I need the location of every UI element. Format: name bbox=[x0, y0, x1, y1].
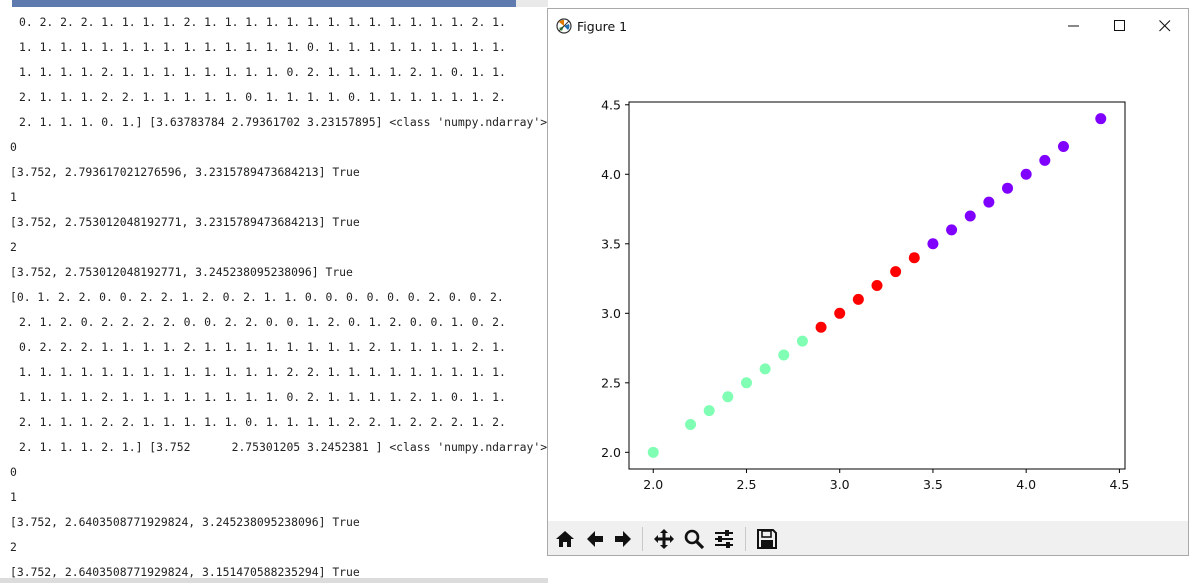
data-point bbox=[1057, 140, 1069, 152]
zoom-button[interactable] bbox=[681, 526, 707, 552]
data-point bbox=[927, 238, 939, 250]
y-tick-label: 2.0 bbox=[601, 445, 621, 460]
navigation-toolbar bbox=[548, 521, 1188, 555]
data-point bbox=[852, 293, 864, 305]
console-line: [3.752, 2.793617021276596, 3.23157894736… bbox=[10, 165, 360, 179]
console-line: 1. 1. 1. 1. 2. 1. 1. 1. 1. 1. 1. 1. 1. 0… bbox=[19, 65, 506, 79]
data-point bbox=[815, 321, 827, 333]
data-point bbox=[685, 419, 697, 431]
data-point bbox=[1002, 182, 1014, 194]
data-point bbox=[722, 391, 734, 403]
console-line: 1. 1. 1. 1. 1. 1. 1. 1. 1. 1. 1. 1. 1. 1… bbox=[19, 40, 506, 54]
forward-arrow-icon bbox=[615, 531, 631, 547]
data-point bbox=[871, 280, 883, 291]
console-line: 2 bbox=[10, 540, 17, 554]
x-tick-label: 3.5 bbox=[923, 477, 943, 492]
data-point bbox=[778, 349, 790, 361]
data-point bbox=[1020, 168, 1032, 180]
configure-subplots-button[interactable] bbox=[711, 526, 737, 552]
console-line: 1 bbox=[10, 190, 17, 204]
data-point bbox=[964, 210, 976, 222]
console-line: 0 bbox=[10, 465, 17, 479]
back-arrow-icon bbox=[587, 531, 603, 547]
minimize-icon bbox=[1068, 25, 1079, 27]
pan-button[interactable] bbox=[651, 526, 677, 552]
y-tick-label: 2.5 bbox=[601, 375, 621, 390]
x-tick-label: 4.0 bbox=[1016, 477, 1036, 492]
console-line: 1 bbox=[10, 490, 17, 504]
back-button[interactable] bbox=[582, 526, 608, 552]
home-icon bbox=[556, 531, 574, 547]
y-tick-label: 4.0 bbox=[601, 167, 621, 182]
data-point bbox=[946, 224, 958, 236]
data-point bbox=[1039, 154, 1051, 166]
data-point bbox=[740, 377, 752, 389]
x-tick-label: 2.0 bbox=[643, 477, 663, 492]
console-line: 1. 1. 1. 1. 2. 1. 1. 1. 1. 1. 1. 1. 1. 0… bbox=[19, 390, 506, 404]
data-point bbox=[834, 307, 846, 319]
data-point bbox=[647, 446, 659, 458]
console-line: 2. 1. 1. 1. 0. 1.] [3.63783784 2.7936170… bbox=[19, 115, 548, 129]
home-button[interactable] bbox=[552, 526, 578, 552]
console-line: 2. 1. 2. 0. 2. 2. 2. 2. 0. 0. 2. 2. 0. 0… bbox=[19, 315, 506, 329]
data-point bbox=[796, 335, 808, 347]
console-top-scrollbar-track bbox=[516, 0, 548, 7]
data-point bbox=[703, 405, 715, 417]
maximize-icon bbox=[1114, 20, 1125, 31]
x-tick-label: 2.5 bbox=[737, 477, 757, 492]
console-line: 0 bbox=[10, 140, 17, 154]
console-top-scrollbar[interactable] bbox=[12, 0, 516, 7]
y-tick-label: 3.5 bbox=[601, 236, 621, 251]
toolbar-separator bbox=[642, 527, 643, 551]
close-button[interactable] bbox=[1142, 9, 1188, 43]
plot-area[interactable]: 2.0 2.5 3.0 3.5 4.0 4.5 2.0 2.5 3.0 3.5 4.0 4.5 bbox=[548, 43, 1188, 521]
toolbar-separator bbox=[745, 527, 746, 551]
console-lines: 0. 2. 2. 2. 1. 1. 1. 1. 2. 1. 1. 1. 1. 1… bbox=[0, 10, 548, 583]
console-line: 1. 1. 1. 1. 1. 1. 1. 1. 1. 1. 1. 1. 1. 2… bbox=[19, 365, 506, 379]
console-line: [3.752, 2.6403508771929824, 3.2452380952… bbox=[10, 515, 360, 529]
y-tick-label: 4.5 bbox=[601, 97, 621, 112]
console-line: 0. 2. 2. 2. 1. 1. 1. 1. 2. 1. 1. 1. 1. 1… bbox=[19, 340, 506, 354]
scatter-chart[interactable]: 2.0 2.5 3.0 3.5 4.0 4.5 2.0 2.5 3.0 3.5 4.0 4.5 bbox=[548, 43, 1188, 521]
console-line: [3.752, 2.753012048192771, 3.23157894736… bbox=[10, 215, 360, 229]
pan-icon bbox=[654, 529, 674, 549]
figure-window: Figure 1 2.0 2.5 3.0 3.5 4.0 4.5 2.0 2.5 3.0 3.5 4… bbox=[547, 8, 1189, 556]
window-title: Figure 1 bbox=[577, 19, 628, 34]
console-horizontal-scrollbar[interactable] bbox=[0, 578, 548, 583]
close-icon bbox=[1159, 20, 1171, 32]
save-icon bbox=[757, 529, 777, 549]
console-line: [0. 1. 2. 2. 0. 0. 2. 2. 1. 2. 0. 2. 1. … bbox=[10, 290, 504, 304]
console-line: [3.752, 2.753012048192771, 3.24523809523… bbox=[10, 265, 353, 279]
minimize-button[interactable] bbox=[1051, 9, 1097, 43]
data-point bbox=[759, 363, 771, 375]
y-tick-label: 3.0 bbox=[601, 306, 621, 321]
forward-button[interactable] bbox=[610, 526, 636, 552]
x-tick-label: 4.5 bbox=[1109, 477, 1129, 492]
zoom-icon bbox=[684, 529, 705, 550]
console-line: 0. 2. 2. 2. 1. 1. 1. 1. 2. 1. 1. 1. 1. 1… bbox=[19, 15, 506, 29]
data-point bbox=[1095, 113, 1107, 125]
save-button[interactable] bbox=[754, 526, 780, 552]
console-line: 2 bbox=[10, 240, 17, 254]
data-point bbox=[890, 266, 902, 278]
x-tick-label: 3.0 bbox=[830, 477, 850, 492]
console-output: 0. 2. 2. 2. 1. 1. 1. 1. 2. 1. 1. 1. 1. 1… bbox=[0, 0, 548, 583]
console-line: 2. 1. 1. 1. 2. 2. 1. 1. 1. 1. 1. 0. 1. 1… bbox=[19, 415, 506, 429]
maximize-button[interactable] bbox=[1097, 9, 1143, 43]
matplotlib-icon bbox=[556, 18, 572, 34]
data-point bbox=[983, 196, 995, 208]
sliders-icon bbox=[715, 530, 733, 548]
data-point bbox=[908, 252, 920, 264]
title-bar[interactable]: Figure 1 bbox=[548, 9, 1188, 43]
console-line: 2. 1. 1. 1. 2. 2. 1. 1. 1. 1. 1. 0. 1. 1… bbox=[19, 90, 506, 104]
console-line: 2. 1. 1. 1. 2. 1.] [3.752 2.75301205 3.2… bbox=[19, 440, 548, 454]
